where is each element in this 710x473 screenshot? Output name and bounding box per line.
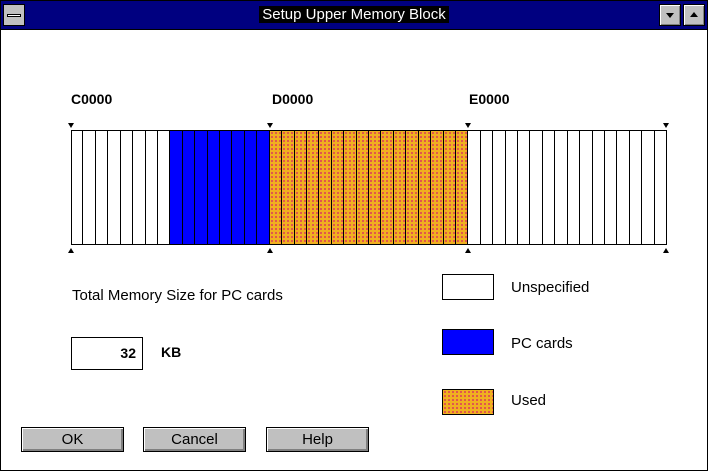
- memory-block-unspecified[interactable]: [580, 130, 593, 245]
- memory-block-unspecified[interactable]: [146, 130, 158, 245]
- memory-block-used[interactable]: [394, 130, 406, 245]
- memory-block-unspecified[interactable]: [468, 130, 481, 245]
- memory-block-used[interactable]: [444, 130, 456, 245]
- window-title-container: Setup Upper Memory Block: [1, 6, 707, 24]
- maximize-icon: [690, 12, 698, 17]
- title-bar[interactable]: Setup Upper Memory Block: [1, 1, 707, 30]
- memory-block-unspecified[interactable]: [605, 130, 617, 245]
- memory-block-unspecified[interactable]: [617, 130, 630, 245]
- address-c0000: C0000: [71, 91, 113, 107]
- memory-block-used[interactable]: [295, 130, 307, 245]
- memory-block-unspecified[interactable]: [121, 130, 133, 245]
- memory-block-unspecified[interactable]: [96, 130, 108, 245]
- memory-block-pc-cards[interactable]: [245, 130, 257, 245]
- memory-block-used[interactable]: [357, 130, 369, 245]
- legend-swatch-pc-cards: [442, 329, 494, 355]
- memory-block-used[interactable]: [282, 130, 295, 245]
- legend-label-unspecified: Unspecified: [511, 279, 590, 296]
- cancel-button[interactable]: Cancel: [143, 427, 246, 452]
- legend-swatch-used: [442, 389, 494, 415]
- maximize-button[interactable]: [683, 4, 705, 26]
- window-title: Setup Upper Memory Block: [259, 6, 449, 23]
- memory-block-unspecified[interactable]: [158, 130, 170, 245]
- memory-block-unspecified[interactable]: [555, 130, 568, 245]
- memory-block-unspecified[interactable]: [655, 130, 667, 245]
- boundary-marker-bottom: [68, 248, 74, 253]
- total-memory-unit: KB: [161, 344, 182, 360]
- boundary-marker-top: [465, 123, 471, 128]
- memory-block-map: [71, 130, 667, 245]
- memory-block-unspecified[interactable]: [642, 130, 655, 245]
- memory-block-pc-cards[interactable]: [170, 130, 183, 245]
- memory-block-used[interactable]: [344, 130, 357, 245]
- legend-label-pc-cards: PC cards: [511, 335, 573, 352]
- memory-block-used[interactable]: [270, 130, 282, 245]
- total-memory-input[interactable]: 32: [71, 337, 143, 370]
- memory-block-unspecified[interactable]: [108, 130, 121, 245]
- memory-block-unspecified[interactable]: [518, 130, 530, 245]
- memory-block-used[interactable]: [332, 130, 344, 245]
- memory-block-unspecified[interactable]: [133, 130, 146, 245]
- total-memory-label: Total Memory Size for PC cards: [72, 287, 283, 304]
- memory-block-pc-cards[interactable]: [257, 130, 270, 245]
- memory-block-unspecified[interactable]: [71, 130, 83, 245]
- memory-block-used[interactable]: [307, 130, 319, 245]
- boundary-marker-bottom: [465, 248, 471, 253]
- minimize-button[interactable]: [659, 4, 681, 26]
- boundary-marker-top: [663, 123, 669, 128]
- setup-umb-window: Setup Upper Memory Block C0000 D0000 E00…: [0, 0, 708, 471]
- address-e0000: E0000: [469, 91, 510, 107]
- memory-block-pc-cards[interactable]: [232, 130, 245, 245]
- legend-label-used: Used: [511, 392, 547, 409]
- memory-block-unspecified[interactable]: [530, 130, 543, 245]
- address-d0000: D0000: [272, 91, 314, 107]
- memory-block-pc-cards[interactable]: [220, 130, 232, 245]
- memory-block-used[interactable]: [381, 130, 394, 245]
- boundary-marker-top: [267, 123, 273, 128]
- minimize-icon: [666, 13, 674, 18]
- memory-block-unspecified[interactable]: [83, 130, 96, 245]
- memory-block-unspecified[interactable]: [506, 130, 518, 245]
- memory-block-used[interactable]: [431, 130, 444, 245]
- memory-block-used[interactable]: [369, 130, 381, 245]
- memory-block-unspecified[interactable]: [493, 130, 506, 245]
- memory-block-unspecified[interactable]: [630, 130, 642, 245]
- ok-button[interactable]: OK: [21, 427, 124, 452]
- boundary-marker-top: [68, 123, 74, 128]
- legend-swatch-unspecified: [442, 274, 494, 300]
- memory-block-used[interactable]: [319, 130, 332, 245]
- memory-block-used[interactable]: [419, 130, 431, 245]
- memory-block-used[interactable]: [406, 130, 419, 245]
- memory-block-unspecified[interactable]: [543, 130, 555, 245]
- memory-block-pc-cards[interactable]: [195, 130, 208, 245]
- memory-block-pc-cards[interactable]: [208, 130, 220, 245]
- help-button[interactable]: Help: [266, 427, 369, 452]
- memory-block-pc-cards[interactable]: [183, 130, 195, 245]
- memory-block-unspecified[interactable]: [481, 130, 493, 245]
- memory-block-used[interactable]: [456, 130, 468, 245]
- boundary-marker-bottom: [663, 248, 669, 253]
- memory-block-unspecified[interactable]: [568, 130, 580, 245]
- boundary-marker-bottom: [267, 248, 273, 253]
- memory-block-unspecified[interactable]: [593, 130, 605, 245]
